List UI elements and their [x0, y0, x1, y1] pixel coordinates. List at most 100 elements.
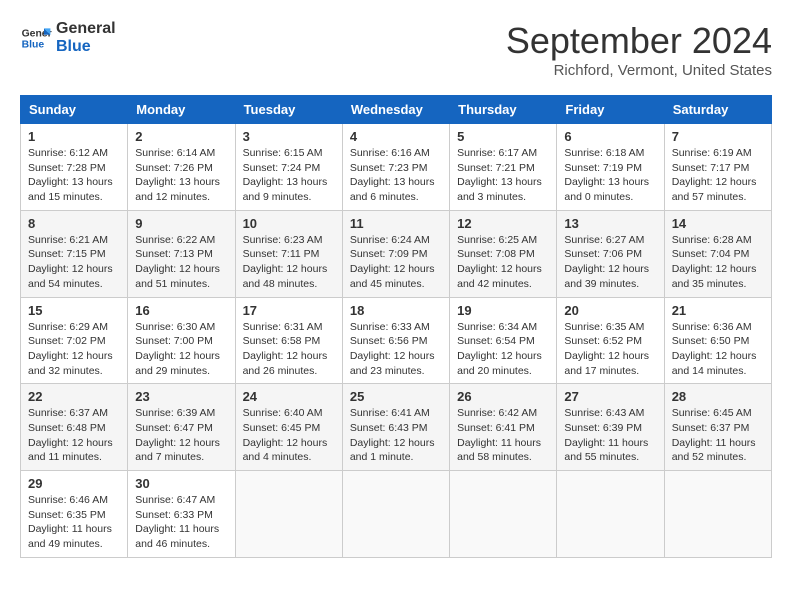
- calendar-cell: 4 Sunrise: 6:16 AM Sunset: 7:23 PM Daylig…: [342, 124, 449, 211]
- weekday-header-row: SundayMondayTuesdayWednesdayThursdayFrid…: [21, 96, 772, 124]
- day-number: 25: [350, 389, 442, 404]
- day-number: 16: [135, 303, 227, 318]
- logo-blue: Blue: [56, 38, 116, 56]
- day-info: Sunrise: 6:19 AM Sunset: 7:17 PM Dayligh…: [672, 146, 764, 205]
- calendar-cell: 9 Sunrise: 6:22 AM Sunset: 7:13 PM Daylig…: [128, 210, 235, 297]
- day-info: Sunrise: 6:22 AM Sunset: 7:13 PM Dayligh…: [135, 233, 227, 292]
- calendar-cell: 25Sunrise: 6:41 AM Sunset: 6:43 PM Dayli…: [342, 384, 449, 471]
- logo-general: General: [56, 20, 116, 38]
- calendar-week-row: 15Sunrise: 6:29 AM Sunset: 7:02 PM Dayli…: [21, 297, 772, 384]
- day-number: 14: [672, 216, 764, 231]
- day-number: 24: [243, 389, 335, 404]
- calendar-cell: 17Sunrise: 6:31 AM Sunset: 6:58 PM Dayli…: [235, 297, 342, 384]
- title-area: September 2024 Richford, Vermont, United…: [506, 20, 772, 79]
- day-info: Sunrise: 6:36 AM Sunset: 6:50 PM Dayligh…: [672, 320, 764, 379]
- logo: General Blue General Blue: [20, 20, 116, 55]
- day-info: Sunrise: 6:24 AM Sunset: 7:09 PM Dayligh…: [350, 233, 442, 292]
- day-info: Sunrise: 6:14 AM Sunset: 7:26 PM Dayligh…: [135, 146, 227, 205]
- calendar-cell: 5Sunrise: 6:17 AM Sunset: 7:21 PM Daylig…: [450, 124, 557, 211]
- calendar-cell: 12 Sunrise: 6:25 AM Sunset: 7:08 PM Dayli…: [450, 210, 557, 297]
- day-number: 12: [457, 216, 549, 231]
- calendar-week-row: 8 Sunrise: 6:21 AM Sunset: 7:15 PM Daylig…: [21, 210, 772, 297]
- calendar-cell: 22Sunrise: 6:37 AM Sunset: 6:48 PM Dayli…: [21, 384, 128, 471]
- day-number: 28: [672, 389, 764, 404]
- day-info: Sunrise: 6:31 AM Sunset: 6:58 PM Dayligh…: [243, 320, 335, 379]
- calendar-cell: 3Sunrise: 6:15 AM Sunset: 7:24 PM Daylig…: [235, 124, 342, 211]
- calendar-cell: 30 Sunrise: 6:47 AM Sunset: 6:33 PM Dayli…: [128, 471, 235, 558]
- day-info: Sunrise: 6:23 AM Sunset: 7:11 PM Dayligh…: [243, 233, 335, 292]
- day-info: Sunrise: 6:17 AM Sunset: 7:21 PM Dayligh…: [457, 146, 549, 205]
- day-info: Sunrise: 6:42 AM Sunset: 6:41 PM Dayligh…: [457, 406, 549, 465]
- day-info: Sunrise: 6:21 AM Sunset: 7:15 PM Dayligh…: [28, 233, 120, 292]
- calendar-cell: 24Sunrise: 6:40 AM Sunset: 6:45 PM Dayli…: [235, 384, 342, 471]
- day-info: Sunrise: 6:34 AM Sunset: 6:54 PM Dayligh…: [457, 320, 549, 379]
- day-number: 7: [672, 129, 764, 144]
- calendar-cell: [557, 471, 664, 558]
- calendar-cell: 18 Sunrise: 6:33 AM Sunset: 6:56 PM Dayli…: [342, 297, 449, 384]
- weekday-header-cell: Tuesday: [235, 96, 342, 124]
- calendar-cell: 23 Sunrise: 6:39 AM Sunset: 6:47 PM Dayli…: [128, 384, 235, 471]
- calendar-cell: 13Sunrise: 6:27 AM Sunset: 7:06 PM Dayli…: [557, 210, 664, 297]
- calendar-cell: 2 Sunrise: 6:14 AM Sunset: 7:26 PM Daylig…: [128, 124, 235, 211]
- day-number: 11: [350, 216, 442, 231]
- calendar-cell: 26 Sunrise: 6:42 AM Sunset: 6:41 PM Dayli…: [450, 384, 557, 471]
- calendar-cell: 6 Sunrise: 6:18 AM Sunset: 7:19 PM Daylig…: [557, 124, 664, 211]
- calendar-week-row: 22Sunrise: 6:37 AM Sunset: 6:48 PM Dayli…: [21, 384, 772, 471]
- calendar-cell: 20 Sunrise: 6:35 AM Sunset: 6:52 PM Dayli…: [557, 297, 664, 384]
- weekday-header-cell: Thursday: [450, 96, 557, 124]
- day-number: 13: [564, 216, 656, 231]
- day-info: Sunrise: 6:43 AM Sunset: 6:39 PM Dayligh…: [564, 406, 656, 465]
- weekday-header-cell: Friday: [557, 96, 664, 124]
- calendar-cell: 11 Sunrise: 6:24 AM Sunset: 7:09 PM Dayli…: [342, 210, 449, 297]
- calendar-cell: [450, 471, 557, 558]
- month-title: September 2024: [506, 20, 772, 62]
- calendar-cell: 28 Sunrise: 6:45 AM Sunset: 6:37 PM Dayli…: [664, 384, 771, 471]
- calendar-cell: 21Sunrise: 6:36 AM Sunset: 6:50 PM Dayli…: [664, 297, 771, 384]
- day-info: Sunrise: 6:30 AM Sunset: 7:00 PM Dayligh…: [135, 320, 227, 379]
- day-number: 29: [28, 476, 120, 491]
- calendar-cell: 15Sunrise: 6:29 AM Sunset: 7:02 PM Dayli…: [21, 297, 128, 384]
- calendar-table: SundayMondayTuesdayWednesdayThursdayFrid…: [20, 95, 772, 558]
- calendar-cell: [342, 471, 449, 558]
- weekday-header-cell: Sunday: [21, 96, 128, 124]
- day-number: 23: [135, 389, 227, 404]
- day-info: Sunrise: 6:25 AM Sunset: 7:08 PM Dayligh…: [457, 233, 549, 292]
- weekday-header-cell: Wednesday: [342, 96, 449, 124]
- day-number: 18: [350, 303, 442, 318]
- day-number: 4: [350, 129, 442, 144]
- calendar-body: 1 Sunrise: 6:12 AM Sunset: 7:28 PM Daylig…: [21, 124, 772, 558]
- svg-text:Blue: Blue: [22, 39, 45, 50]
- day-number: 27: [564, 389, 656, 404]
- day-number: 9: [135, 216, 227, 231]
- day-number: 6: [564, 129, 656, 144]
- weekday-header-cell: Monday: [128, 96, 235, 124]
- day-number: 30: [135, 476, 227, 491]
- calendar-week-row: 29 Sunrise: 6:46 AM Sunset: 6:35 PM Dayli…: [21, 471, 772, 558]
- calendar-cell: 1 Sunrise: 6:12 AM Sunset: 7:28 PM Daylig…: [21, 124, 128, 211]
- day-info: Sunrise: 6:18 AM Sunset: 7:19 PM Dayligh…: [564, 146, 656, 205]
- day-number: 8: [28, 216, 120, 231]
- day-info: Sunrise: 6:12 AM Sunset: 7:28 PM Dayligh…: [28, 146, 120, 205]
- day-info: Sunrise: 6:46 AM Sunset: 6:35 PM Dayligh…: [28, 493, 120, 552]
- day-info: Sunrise: 6:39 AM Sunset: 6:47 PM Dayligh…: [135, 406, 227, 465]
- calendar-week-row: 1 Sunrise: 6:12 AM Sunset: 7:28 PM Daylig…: [21, 124, 772, 211]
- calendar-cell: 29 Sunrise: 6:46 AM Sunset: 6:35 PM Dayli…: [21, 471, 128, 558]
- day-info: Sunrise: 6:45 AM Sunset: 6:37 PM Dayligh…: [672, 406, 764, 465]
- calendar-cell: 10 Sunrise: 6:23 AM Sunset: 7:11 PM Dayli…: [235, 210, 342, 297]
- day-info: Sunrise: 6:37 AM Sunset: 6:48 PM Dayligh…: [28, 406, 120, 465]
- day-number: 26: [457, 389, 549, 404]
- day-number: 10: [243, 216, 335, 231]
- location-subtitle: Richford, Vermont, United States: [506, 62, 772, 79]
- calendar-cell: [664, 471, 771, 558]
- day-number: 1: [28, 129, 120, 144]
- day-number: 20: [564, 303, 656, 318]
- calendar-cell: [235, 471, 342, 558]
- day-info: Sunrise: 6:47 AM Sunset: 6:33 PM Dayligh…: [135, 493, 227, 552]
- day-info: Sunrise: 6:16 AM Sunset: 7:23 PM Dayligh…: [350, 146, 442, 205]
- calendar-cell: 7 Sunrise: 6:19 AM Sunset: 7:17 PM Daylig…: [664, 124, 771, 211]
- day-number: 15: [28, 303, 120, 318]
- day-info: Sunrise: 6:33 AM Sunset: 6:56 PM Dayligh…: [350, 320, 442, 379]
- day-number: 2: [135, 129, 227, 144]
- day-info: Sunrise: 6:35 AM Sunset: 6:52 PM Dayligh…: [564, 320, 656, 379]
- calendar-cell: 8 Sunrise: 6:21 AM Sunset: 7:15 PM Daylig…: [21, 210, 128, 297]
